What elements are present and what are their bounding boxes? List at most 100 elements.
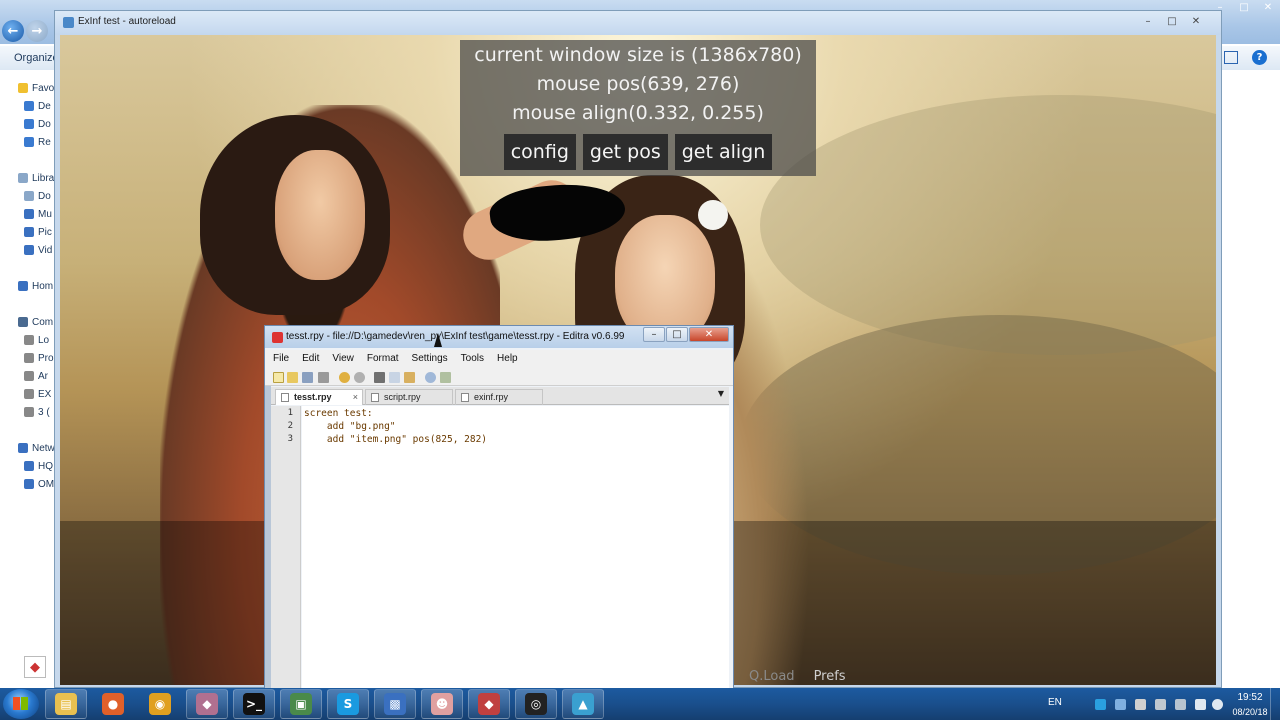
volume-icon[interactable] (1212, 699, 1223, 710)
nav-item-label: EX (38, 388, 52, 400)
nav-item-18[interactable]: OM (24, 476, 54, 492)
editor-titlebar[interactable]: tesst.rpy - file://D:\gamedev\ren_py\ExI… (265, 326, 733, 348)
show-desktop-button[interactable] (1270, 688, 1280, 720)
skype-tray-icon[interactable] (1095, 699, 1106, 710)
editor-minimize-button[interactable]: – (643, 327, 665, 342)
save-icon[interactable] (302, 372, 313, 383)
editor-maximize-button[interactable]: □ (666, 327, 688, 342)
taskbar: ▤ ● ◉ ◆ >_ ▣ S ▩ ☻ ◆ ◎ ▲ EN 19:52 08/20/18 (0, 688, 1280, 720)
back-button[interactable]: ← (2, 20, 24, 42)
folder-icon (18, 281, 28, 291)
code-editor[interactable]: screen test: add "bg.png" add "item.png"… (302, 406, 729, 688)
taskbar-skype-button[interactable]: S (327, 689, 369, 719)
taskbar-app-button[interactable]: ▲ (562, 689, 604, 719)
cut-icon[interactable] (374, 372, 385, 383)
nav-item-1[interactable]: De (24, 98, 51, 114)
folder-icon (24, 101, 34, 111)
tab-tesst-rpy[interactable]: tesst.rpy × (275, 389, 363, 405)
taskbar-editra-button[interactable]: ◆ (468, 689, 510, 719)
tab-list-dropdown-icon[interactable]: ▼ (718, 389, 724, 398)
taskbar-network-button[interactable]: ▩ (374, 689, 416, 719)
menu-edit[interactable]: Edit (294, 350, 324, 368)
folder-icon (24, 407, 34, 417)
get-align-button[interactable]: get align (674, 134, 773, 170)
replace-icon[interactable] (440, 372, 451, 383)
game-maximize-button[interactable]: □ (1161, 14, 1183, 29)
network-signal-icon[interactable] (1195, 699, 1206, 710)
taskbar-firefox-button[interactable]: ● (92, 689, 134, 719)
code-line[interactable]: add "item.png" pos(825, 282) (304, 434, 487, 445)
game-minimize-button[interactable]: – (1137, 14, 1159, 29)
menu-help[interactable]: Help (489, 350, 523, 368)
new-file-icon[interactable] (273, 372, 284, 383)
menu-settings[interactable]: Settings (404, 350, 453, 368)
taskbar-renpy-button[interactable]: ◆ (186, 689, 228, 719)
print-icon[interactable] (318, 372, 329, 383)
firefox-icon: ● (102, 693, 124, 715)
open-folder-icon[interactable] (287, 372, 298, 383)
organize-button[interactable]: Organize (14, 52, 59, 64)
app-tray-icon[interactable] (1135, 699, 1146, 710)
menu-view[interactable]: View (324, 350, 359, 368)
nav-item-13[interactable]: Ar (24, 368, 48, 384)
nav-item-3[interactable]: Re (24, 134, 51, 150)
close-tab-icon[interactable]: × (353, 390, 358, 405)
nav-item-9[interactable]: Hom (18, 278, 53, 294)
document-icon (371, 393, 379, 402)
nav-item-14[interactable]: EX (24, 386, 51, 402)
code-line[interactable]: add "bg.png" (304, 421, 396, 432)
nav-item-8[interactable]: Vid (24, 242, 52, 258)
paste-icon[interactable] (404, 372, 415, 383)
copy-icon[interactable] (389, 372, 400, 383)
preview-pane-icon[interactable] (1224, 51, 1238, 64)
nav-item-5[interactable]: Do (24, 188, 51, 204)
tab-script-rpy[interactable]: script.rpy (365, 389, 453, 405)
taskbar-explorer-button[interactable]: ▤ (45, 689, 87, 719)
redo-icon[interactable] (354, 372, 365, 383)
nav-item-2[interactable]: Do (24, 116, 51, 132)
nav-item-4[interactable]: Libra (18, 170, 54, 186)
editor-close-button[interactable]: ✕ (689, 327, 729, 342)
taskbar-chrome-button[interactable]: ◉ (139, 689, 181, 719)
get-pos-button[interactable]: get pos (582, 134, 668, 170)
taskbar-game-button[interactable]: ☻ (421, 689, 463, 719)
nav-item-11[interactable]: Lo (24, 332, 49, 348)
taskbar-terminal-button[interactable]: >_ (233, 689, 275, 719)
nav-item-6[interactable]: Mu (24, 206, 52, 222)
undo-icon[interactable] (339, 372, 350, 383)
start-button[interactable] (3, 689, 39, 719)
menu-file[interactable]: File (265, 350, 294, 368)
clock-time[interactable]: 19:52 (1230, 692, 1270, 703)
forward-button[interactable]: → (26, 20, 48, 42)
find-icon[interactable] (425, 372, 436, 383)
nav-item-17[interactable]: HQ (24, 458, 53, 474)
tab-exinf-rpy[interactable]: exinf.rpy (455, 389, 543, 405)
maximize-button[interactable]: □ (1232, 0, 1256, 14)
nav-item-10[interactable]: Com (18, 314, 53, 330)
nav-item-label: 3 ( (38, 406, 50, 418)
folder-icon (24, 353, 34, 363)
language-indicator[interactable]: EN (1048, 697, 1062, 708)
nav-item-15[interactable]: 3 ( (24, 404, 50, 420)
prefs-button[interactable]: Prefs (814, 669, 846, 684)
taskbar-editor-button[interactable]: ▣ (280, 689, 322, 719)
config-button[interactable]: config (503, 134, 576, 170)
menu-tools[interactable]: Tools (453, 350, 489, 368)
qload-button[interactable]: Q.Load (749, 669, 795, 684)
help-icon[interactable]: ? (1252, 50, 1267, 65)
background-flower (698, 200, 728, 230)
nav-item-16[interactable]: Netw (18, 440, 55, 456)
clock-date[interactable]: 08/20/18 (1224, 707, 1276, 717)
code-line[interactable]: screen test: (304, 408, 373, 419)
action-center-icon[interactable] (1155, 699, 1166, 710)
nav-item-0[interactable]: Favo (18, 80, 54, 96)
game-close-button[interactable]: ✕ (1185, 14, 1207, 29)
nav-item-12[interactable]: Pro (24, 350, 54, 366)
display-icon[interactable] (1175, 699, 1186, 710)
taskbar-obs-button[interactable]: ◎ (515, 689, 557, 719)
panel-buttons: config get pos get align (460, 134, 816, 170)
close-button[interactable]: ✕ (1256, 0, 1280, 14)
nav-item-7[interactable]: Pic (24, 224, 52, 240)
menu-format[interactable]: Format (359, 350, 404, 368)
cloud-tray-icon[interactable] (1115, 699, 1126, 710)
